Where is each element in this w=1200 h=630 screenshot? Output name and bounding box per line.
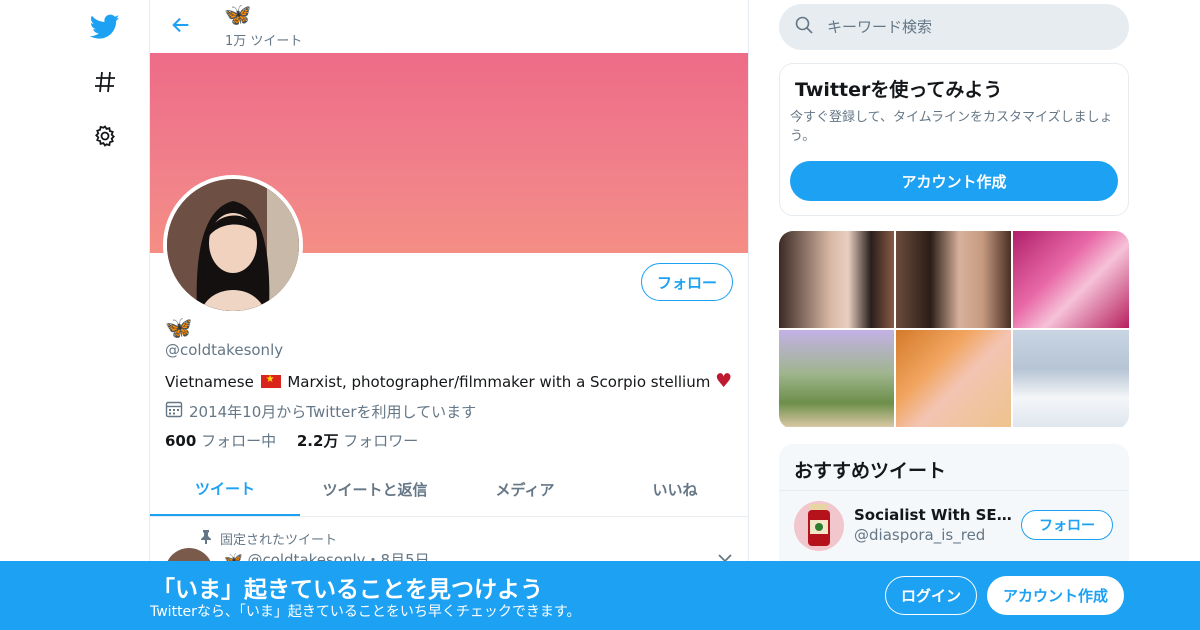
- profile-bio: Vietnamese Marxist, photographer/filmmak…: [165, 370, 732, 392]
- signup-card-title: Twitterを使ってみよう: [795, 79, 1003, 101]
- pinned-text: 固定されたツイート: [220, 533, 338, 548]
- followers-stat[interactable]: 2.2万 フォロワー: [297, 430, 418, 451]
- follow-button[interactable]: フォロー: [641, 263, 733, 301]
- following-label: フォロー中: [196, 432, 277, 450]
- tab-likes[interactable]: いいね: [600, 463, 748, 516]
- pinned-tweet-label: 固定されたツイート: [200, 529, 337, 548]
- header-tweet-count: 1万 ツイート: [225, 34, 303, 49]
- rec-user-handle: @diaspora_is_red: [854, 526, 986, 544]
- bottom-create-account-button[interactable]: アカウント作成: [987, 576, 1124, 615]
- rec-user-name[interactable]: Socialist With SE Asi...: [854, 506, 1012, 524]
- rec-follow-button[interactable]: フォロー: [1021, 510, 1113, 540]
- signup-card-description: 今すぐ登録して、タイムラインをカスタマイズしましょう。: [790, 110, 1113, 144]
- profile-joined-date: 2014年10月からTwitterを利用しています: [165, 400, 476, 422]
- signup-bottom-bar: 「いま」起きていることを見つけよう Twitterなら、「いま」起きていることを…: [0, 561, 1200, 630]
- recommended-title: おすすめツイート: [794, 460, 947, 482]
- tab-media[interactable]: メディア: [450, 463, 600, 516]
- pin-icon: [200, 529, 212, 548]
- hashtag-icon[interactable]: [90, 67, 120, 97]
- bottom-bar-title: 「いま」起きていることを見つけよう: [152, 577, 543, 603]
- rec-user-avatar[interactable]: [794, 501, 844, 551]
- vietnam-flag-icon: [260, 374, 281, 388]
- profile-header-bar: 🦋 1万 ツイート: [150, 0, 748, 53]
- bio-text-start: Vietnamese: [165, 373, 259, 391]
- following-count: 600: [165, 432, 197, 450]
- search-box[interactable]: [779, 4, 1129, 50]
- followers-count: 2.2万: [296, 432, 339, 450]
- login-button[interactable]: ログイン: [885, 576, 977, 615]
- tab-tweets-and-replies[interactable]: ツイートと返信: [300, 463, 450, 516]
- bottom-bar-subtitle: Twitterなら、「いま」起きていることをいち早くチェックできます。: [150, 604, 581, 620]
- profile-tabs: ツイート ツイートと返信 メディア いいね: [150, 463, 748, 517]
- followers-label: フォロワー: [338, 432, 419, 450]
- search-icon: [795, 16, 813, 38]
- following-stat[interactable]: 600 フォロー中: [165, 430, 276, 451]
- media-thumbnail[interactable]: [896, 231, 1011, 328]
- bio-text-end: Marxist, photographer/filmmaker with a S…: [282, 373, 716, 391]
- profile-display-name: 🦋: [165, 316, 193, 341]
- recommended-user-row[interactable]: Socialist With SE Asi... @diaspora_is_re…: [779, 490, 1129, 560]
- profile-avatar[interactable]: [163, 175, 303, 315]
- signup-card: Twitterを使ってみよう 今すぐ登録して、タイムラインをカスタマイズしましょ…: [779, 63, 1129, 216]
- joined-text: 2014年10月からTwitterを利用しています: [189, 402, 477, 421]
- left-nav: [0, 0, 150, 630]
- search-input[interactable]: [827, 18, 1107, 36]
- calendar-icon: [165, 400, 183, 422]
- media-thumbnail[interactable]: [896, 330, 1011, 427]
- media-thumbnail[interactable]: [779, 231, 894, 328]
- header-display-name: 🦋: [224, 3, 252, 28]
- profile-handle: @coldtakesonly: [165, 341, 284, 359]
- back-arrow-icon[interactable]: [168, 12, 194, 38]
- profile-column: 🦋 1万 ツイート フォロー 🦋 @coldtakesonly Vietname…: [149, 0, 749, 630]
- heart-icon: ♥: [715, 370, 733, 392]
- tab-tweets[interactable]: ツイート: [150, 463, 300, 516]
- create-account-button[interactable]: アカウント作成: [790, 161, 1118, 201]
- twitter-bird-icon[interactable]: [90, 12, 120, 42]
- media-thumbnail[interactable]: [779, 330, 894, 427]
- profile-stats: 600 フォロー中 2.2万 フォロワー: [165, 430, 434, 451]
- media-grid: [779, 231, 1129, 429]
- media-thumbnail[interactable]: [1013, 330, 1129, 427]
- gear-icon[interactable]: [90, 121, 120, 151]
- media-thumbnail[interactable]: [1013, 231, 1129, 328]
